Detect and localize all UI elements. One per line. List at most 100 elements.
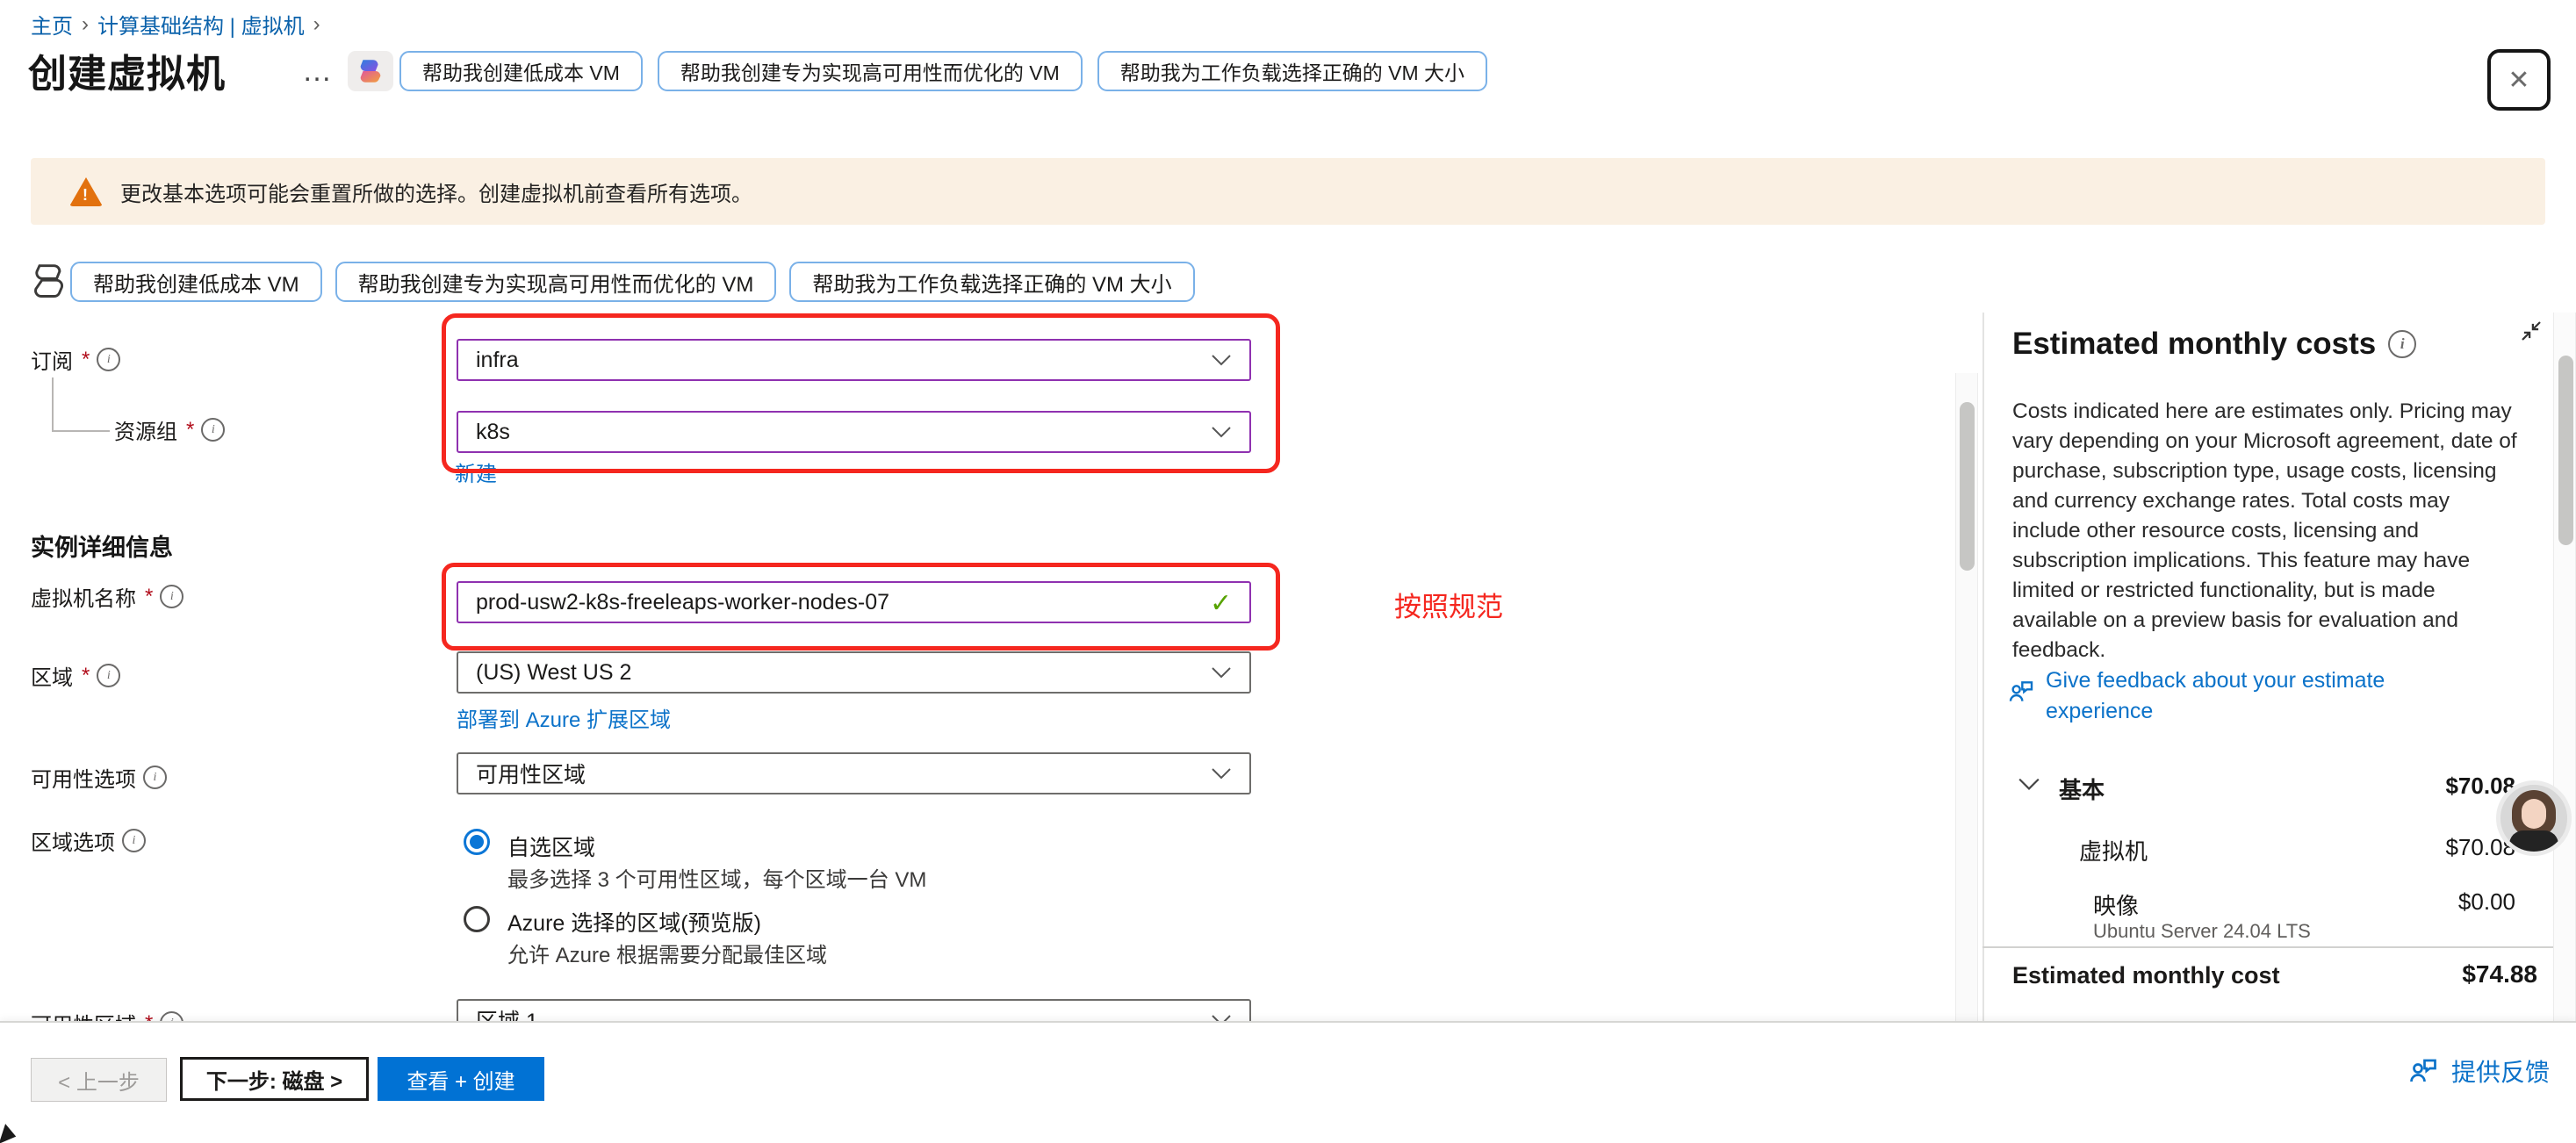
availability-zone-label: 可用性区域* i [31, 1008, 183, 1021]
availability-zone-dropdown[interactable]: 区域 1 [457, 999, 1251, 1021]
assistant-avatar[interactable] [2496, 780, 2572, 856]
form-scrollbar[interactable] [1955, 373, 1978, 1021]
info-icon[interactable]: i [143, 766, 167, 789]
breadcrumb-home-link[interactable]: 主页 [31, 9, 73, 40]
copilot-logo-icon [356, 56, 385, 86]
suggest-low-cost-vm-button[interactable]: 帮助我创建低成本 VM [70, 262, 322, 302]
form-scrollbar-thumb[interactable] [1960, 402, 1975, 571]
breadcrumb-separator: › [313, 12, 320, 37]
zone-option-self-select-radio[interactable] [464, 829, 490, 855]
next-step-disks-button[interactable]: 下一步: 磁盘 > [180, 1057, 369, 1101]
close-icon: ✕ [2508, 65, 2529, 96]
subscription-value: infra [476, 348, 519, 373]
zone-option-azure-select-radio[interactable] [464, 906, 490, 932]
basics-form: 订阅* i infra 资源组* i k8s 新建 实例详细信息 虚拟机名称* … [0, 307, 1982, 1021]
availability-options-value: 可用性区域 [476, 758, 586, 789]
subscription-label: 订阅* i [31, 344, 120, 375]
zone-option-azure-select-description: 允许 Azure 根据需要分配最佳区域 [507, 938, 827, 968]
cost-row-image-label: 映像 [2093, 888, 2139, 921]
warning-banner: ! 更改基本选项可能会重置所做的选择。创建虚拟机前查看所有选项。 [31, 158, 2545, 225]
connector-line [52, 430, 110, 432]
more-menu-icon[interactable]: … [302, 54, 334, 89]
region-dropdown[interactable]: (US) West US 2 [457, 651, 1251, 694]
connector-line [52, 377, 54, 432]
vm-name-input[interactable] [457, 581, 1251, 623]
create-new-resource-group-link[interactable]: 新建 [455, 456, 497, 487]
cost-row-image-amount: $0.00 [2283, 888, 2515, 916]
annotation-text: 按照规范 [1394, 585, 1503, 624]
suggest-low-cost-vm-button[interactable]: 帮助我创建低成本 VM [399, 51, 643, 91]
zone-options-label: 区域选项 i [31, 825, 146, 856]
cost-panel-scrollbar-thumb[interactable] [2558, 356, 2573, 545]
suggest-high-availability-vm-button[interactable]: 帮助我创建专为实现高可用性而优化的 VM [658, 51, 1083, 91]
zone-option-self-select-description: 最多选择 3 个可用性区域，每个区域一台 VM [507, 862, 926, 893]
panel-divider [1982, 313, 1984, 1021]
copilot-outline-icon [30, 260, 68, 308]
estimate-feedback-label: Give feedback about your estimate experi… [2046, 665, 2481, 727]
image-name-subtext: Ubuntu Server 24.04 LTS [2093, 920, 2311, 943]
availability-options-dropdown[interactable]: 可用性区域 [457, 752, 1251, 794]
chevron-down-icon [1211, 666, 1232, 679]
cost-total-divider [1982, 946, 2576, 948]
checkmark-icon: ✓ [1210, 588, 1232, 619]
cost-panel-scrollbar[interactable] [2553, 313, 2576, 1021]
feedback-icon [2407, 1055, 2439, 1087]
copilot-suggestions-row-inline: 帮助我创建低成本 VM 帮助我创建专为实现高可用性而优化的 VM 帮助我为工作负… [70, 262, 1195, 302]
info-icon[interactable]: i [160, 585, 183, 608]
vm-name-label: 虚拟机名称* i [31, 581, 183, 612]
subscription-dropdown[interactable]: infra [457, 339, 1251, 381]
cost-row-vm-label: 虚拟机 [2079, 834, 2148, 866]
required-marker: * [82, 348, 90, 372]
chevron-down-icon [1211, 1014, 1232, 1021]
review-create-button[interactable]: 查看 + 创建 [378, 1057, 544, 1101]
warning-banner-text: 更改基本选项可能会重置所做的选择。创建虚拟机前查看所有选项。 [120, 176, 752, 207]
give-feedback-button[interactable]: 提供反馈 [2407, 1053, 2550, 1089]
chevron-down-icon [1211, 354, 1232, 366]
info-icon[interactable]: i [201, 418, 225, 442]
create-vm-page: 主页 › 计算基础结构 | 虚拟机 › 创建虚拟机 … 帮助我创建低成本 VM … [0, 0, 2576, 1143]
cost-panel-title: Estimated monthly costs [2012, 327, 2376, 362]
cost-total-label: Estimated monthly cost [2012, 962, 2280, 989]
estimate-feedback-link[interactable]: Give feedback about your estimate experi… [2007, 665, 2481, 727]
previous-step-button[interactable]: < 上一步 [31, 1058, 167, 1102]
warning-icon: ! [69, 177, 103, 206]
avatar-face [2522, 799, 2546, 829]
collapse-icon[interactable] [2518, 318, 2544, 349]
chevron-down-icon [1211, 426, 1232, 438]
cost-row-basic-amount: $70.08 [2283, 773, 2515, 800]
required-marker: * [186, 418, 194, 442]
info-icon[interactable]: i [97, 348, 120, 371]
resource-group-dropdown[interactable]: k8s [457, 411, 1251, 453]
required-marker: * [145, 1011, 153, 1022]
close-button[interactable]: ✕ [2487, 49, 2551, 111]
zone-option-self-select-label: 自选区域 [507, 830, 595, 862]
region-value: (US) West US 2 [476, 660, 631, 686]
info-icon[interactable]: i [160, 1011, 183, 1021]
avatar-body [2509, 830, 2558, 856]
breadcrumb-section-link[interactable]: 计算基础结构 | 虚拟机 [97, 9, 305, 40]
cost-panel-title-row: Estimated monthly costs i [2012, 327, 2416, 362]
suggest-high-availability-vm-button[interactable]: 帮助我创建专为实现高可用性而优化的 VM [335, 262, 777, 302]
availability-zone-value: 区域 1 [476, 1004, 538, 1021]
chevron-down-icon[interactable] [2018, 777, 2040, 791]
zone-option-azure-select-label: Azure 选择的区域(预览版) [507, 906, 761, 938]
cost-total-amount: $74.88 [2283, 960, 2537, 988]
breadcrumb-separator: › [82, 12, 89, 37]
resource-group-value: k8s [476, 420, 510, 445]
suggest-right-vm-size-button[interactable]: 帮助我为工作负载选择正确的 VM 大小 [1097, 51, 1487, 91]
suggest-right-vm-size-button[interactable]: 帮助我为工作负载选择正确的 VM 大小 [789, 262, 1194, 302]
instance-details-heading: 实例详细信息 [31, 528, 173, 563]
resource-group-label: 资源组* i [114, 414, 225, 445]
required-marker: * [145, 585, 153, 609]
region-label: 区域* i [31, 660, 120, 691]
info-icon[interactable]: i [122, 829, 146, 852]
cost-panel-description: Costs indicated here are estimates only.… [2012, 397, 2523, 665]
info-icon[interactable]: i [97, 664, 120, 687]
breadcrumb: 主页 › 计算基础结构 | 虚拟机 › [31, 9, 329, 40]
give-feedback-label: 提供反馈 [2451, 1053, 2550, 1089]
info-icon[interactable]: i [2388, 330, 2416, 358]
edge-zone-link[interactable]: 部署到 Azure 扩展区域 [457, 702, 671, 733]
availability-options-label: 可用性选项 i [31, 762, 167, 793]
copilot-icon[interactable] [348, 51, 393, 91]
page-title: 创建虚拟机 [28, 42, 226, 98]
